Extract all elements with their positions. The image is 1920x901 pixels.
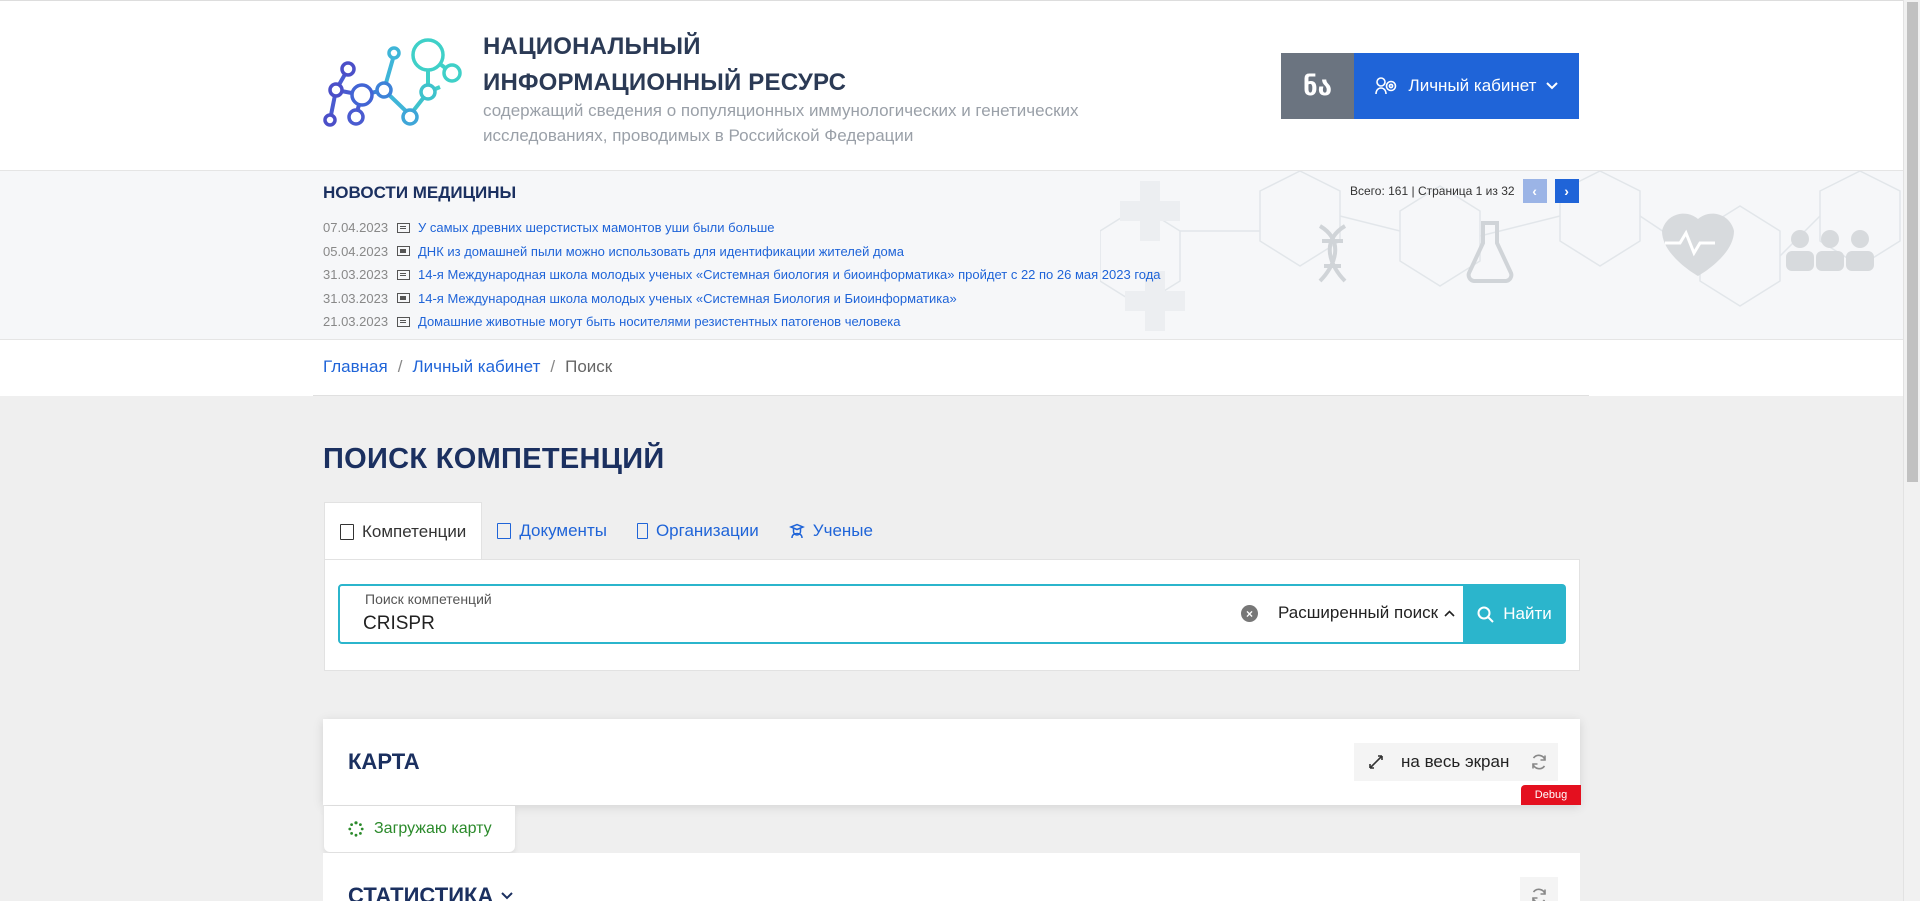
chevron-right-icon: › bbox=[1564, 183, 1569, 199]
spinner-icon bbox=[348, 821, 364, 837]
news-pager-info: Всего: 161 | Страница 1 из 32 bbox=[1350, 184, 1515, 198]
tab-documents[interactable]: Документы bbox=[482, 502, 622, 560]
statistics-card: СТАТИСТИКА bbox=[323, 853, 1580, 901]
page-title: ПОИСК КОМПЕТЕНЦИЙ bbox=[323, 443, 665, 475]
clear-search-button[interactable]: × bbox=[1241, 605, 1258, 622]
breadcrumb-home[interactable]: Главная bbox=[323, 357, 388, 377]
advanced-search-label: Расширенный поиск bbox=[1278, 603, 1439, 622]
site-header: НАЦИОНАЛЬНЫЙ ИНФОРМАЦИОННЫЙ РЕСУРС содер… bbox=[0, 0, 1903, 170]
news-title: НОВОСТИ МЕДИЦИНЫ bbox=[323, 183, 517, 202]
news-link[interactable]: 14-я Международная школа молодых ученых … bbox=[418, 291, 957, 306]
news-item: 31.03.2023 14-я Международная школа моло… bbox=[323, 287, 1161, 311]
tab-scientists[interactable]: Ученые bbox=[774, 502, 888, 560]
news-date: 07.04.2023 bbox=[323, 220, 389, 236]
building-icon bbox=[636, 523, 648, 539]
news-item: 07.04.2023 У самых древних шерстистых ма… bbox=[323, 216, 1161, 240]
advanced-search-toggle[interactable]: Расширенный поиск bbox=[1278, 603, 1455, 623]
page: НАЦИОНАЛЬНЫЙ ИНФОРМАЦИОННЫЙ РЕСУРС содер… bbox=[0, 0, 1903, 901]
site-title-line1: НАЦИОНАЛЬНЫЙ bbox=[483, 33, 701, 60]
search-panel: Поиск компетенций × Расширенный поиск На… bbox=[324, 559, 1580, 671]
search-input[interactable] bbox=[363, 613, 1203, 635]
breadcrumb-current: Поиск bbox=[565, 357, 613, 376]
news-item: 21.03.2023 Домашние животные могут быть … bbox=[323, 310, 1161, 334]
search-label: Поиск компетенций bbox=[365, 591, 492, 607]
tab-label: Документы bbox=[519, 521, 607, 540]
map-title: КАРТА bbox=[348, 749, 420, 774]
tab-label: Ученые bbox=[812, 521, 873, 540]
news-pager: Всего: 161 | Страница 1 из 32 ‹ › bbox=[1350, 179, 1579, 203]
document-icon bbox=[497, 523, 512, 539]
breadcrumb-separator: / bbox=[550, 357, 556, 376]
statistics-title: СТАТИСТИКА bbox=[348, 883, 494, 901]
chevron-up-icon bbox=[1444, 609, 1455, 617]
site-title: НАЦИОНАЛЬНЫЙ ИНФОРМАЦИОННЫЙ РЕСУРС bbox=[483, 29, 846, 101]
breadcrumb-separator: / bbox=[397, 357, 403, 376]
newspaper-icon bbox=[397, 293, 410, 304]
news-next-button[interactable]: › bbox=[1554, 179, 1579, 203]
statistics-toggle[interactable]: СТАТИСТИКА bbox=[348, 883, 514, 901]
newspaper-icon bbox=[397, 222, 410, 233]
news-prev-button[interactable]: ‹ bbox=[1522, 179, 1547, 203]
personal-cabinet-button[interactable]: Личный кабинет bbox=[1354, 53, 1579, 119]
refresh-icon bbox=[1532, 888, 1546, 901]
refresh-icon bbox=[1532, 754, 1546, 770]
site-title-line2: ИНФОРМАЦИОННЫЙ РЕСУРС bbox=[483, 69, 847, 96]
map-loading-label: Загружаю карту bbox=[374, 820, 492, 837]
site-subtitle: содержащий сведения о популяционных имму… bbox=[483, 101, 1079, 145]
newspaper-icon bbox=[397, 246, 410, 257]
news-list: 07.04.2023 У самых древних шерстистых ма… bbox=[323, 216, 1161, 334]
breadcrumb-cabinet[interactable]: Личный кабинет bbox=[412, 357, 540, 377]
newspaper-icon bbox=[397, 269, 410, 280]
gear-user-icon bbox=[1374, 77, 1396, 95]
close-icon: × bbox=[1245, 606, 1253, 621]
statistics-refresh-button[interactable] bbox=[1520, 877, 1558, 901]
news-link[interactable]: Домашние животные могут быть носителями … bbox=[418, 314, 900, 329]
tab-label: Компетенции bbox=[362, 521, 467, 541]
map-card: КАРТА на весь экран Debug bbox=[323, 719, 1581, 805]
chevron-down-icon bbox=[501, 892, 514, 900]
book-icon bbox=[340, 523, 354, 540]
chevron-down-icon bbox=[1546, 82, 1559, 90]
find-button-label: Найти bbox=[1503, 604, 1552, 623]
news-date: 31.03.2023 bbox=[323, 267, 389, 283]
map-loading-indicator: Загружаю карту bbox=[324, 806, 515, 852]
divider bbox=[313, 395, 1589, 396]
news-item: 31.03.2023 14-я Международная школа моло… bbox=[323, 263, 1161, 287]
news-link[interactable]: 14-я Международная школа молодых ученых … bbox=[418, 267, 1161, 282]
search-tabs: Компетенции Документы Организации Ученые bbox=[324, 502, 888, 560]
news-date: 21.03.2023 bbox=[323, 314, 389, 330]
chevron-left-icon: ‹ bbox=[1532, 183, 1537, 199]
search-field[interactable]: Поиск компетенций × Расширенный поиск bbox=[338, 584, 1469, 644]
map-refresh-button[interactable] bbox=[1520, 743, 1558, 781]
find-button[interactable]: Найти bbox=[1463, 584, 1566, 644]
low-vision-button[interactable]: ნა bbox=[1281, 53, 1354, 119]
breadcrumb-list: Главная / Личный кабинет / Поиск bbox=[323, 357, 612, 377]
news-date: 31.03.2023 bbox=[323, 290, 389, 306]
news-item: 05.04.2023 ДНК из домашней пыли можно ис… bbox=[323, 240, 1161, 264]
tab-organizations[interactable]: Организации bbox=[622, 502, 774, 560]
news-date: 05.04.2023 bbox=[323, 243, 389, 259]
scientist-icon bbox=[788, 523, 805, 539]
personal-cabinet-label: Личный кабинет bbox=[1408, 76, 1537, 95]
news-link[interactable]: У самых древних шерстистых мамонтов уши … bbox=[418, 220, 775, 235]
news-section: НОВОСТИ МЕДИЦИНЫ Всего: 161 | Страница 1… bbox=[0, 170, 1903, 340]
fullscreen-label: на весь экран bbox=[1401, 752, 1510, 771]
glasses-icon: ნა bbox=[1302, 70, 1333, 101]
scrollbar-thumb[interactable] bbox=[1907, 2, 1918, 482]
logo-molecule-icon[interactable] bbox=[322, 35, 462, 137]
fullscreen-button[interactable]: на весь экран bbox=[1354, 743, 1525, 781]
tab-competencies[interactable]: Компетенции bbox=[324, 502, 483, 560]
newspaper-icon bbox=[397, 316, 410, 327]
debug-badge[interactable]: Debug bbox=[1521, 785, 1581, 805]
tab-label: Организации bbox=[655, 521, 759, 540]
breadcrumb: Главная / Личный кабинет / Поиск bbox=[0, 340, 1903, 396]
vertical-scrollbar[interactable] bbox=[1903, 0, 1920, 901]
expand-icon bbox=[1369, 755, 1383, 769]
search-icon bbox=[1477, 606, 1494, 623]
news-link[interactable]: ДНК из домашней пыли можно использовать … bbox=[418, 244, 904, 259]
